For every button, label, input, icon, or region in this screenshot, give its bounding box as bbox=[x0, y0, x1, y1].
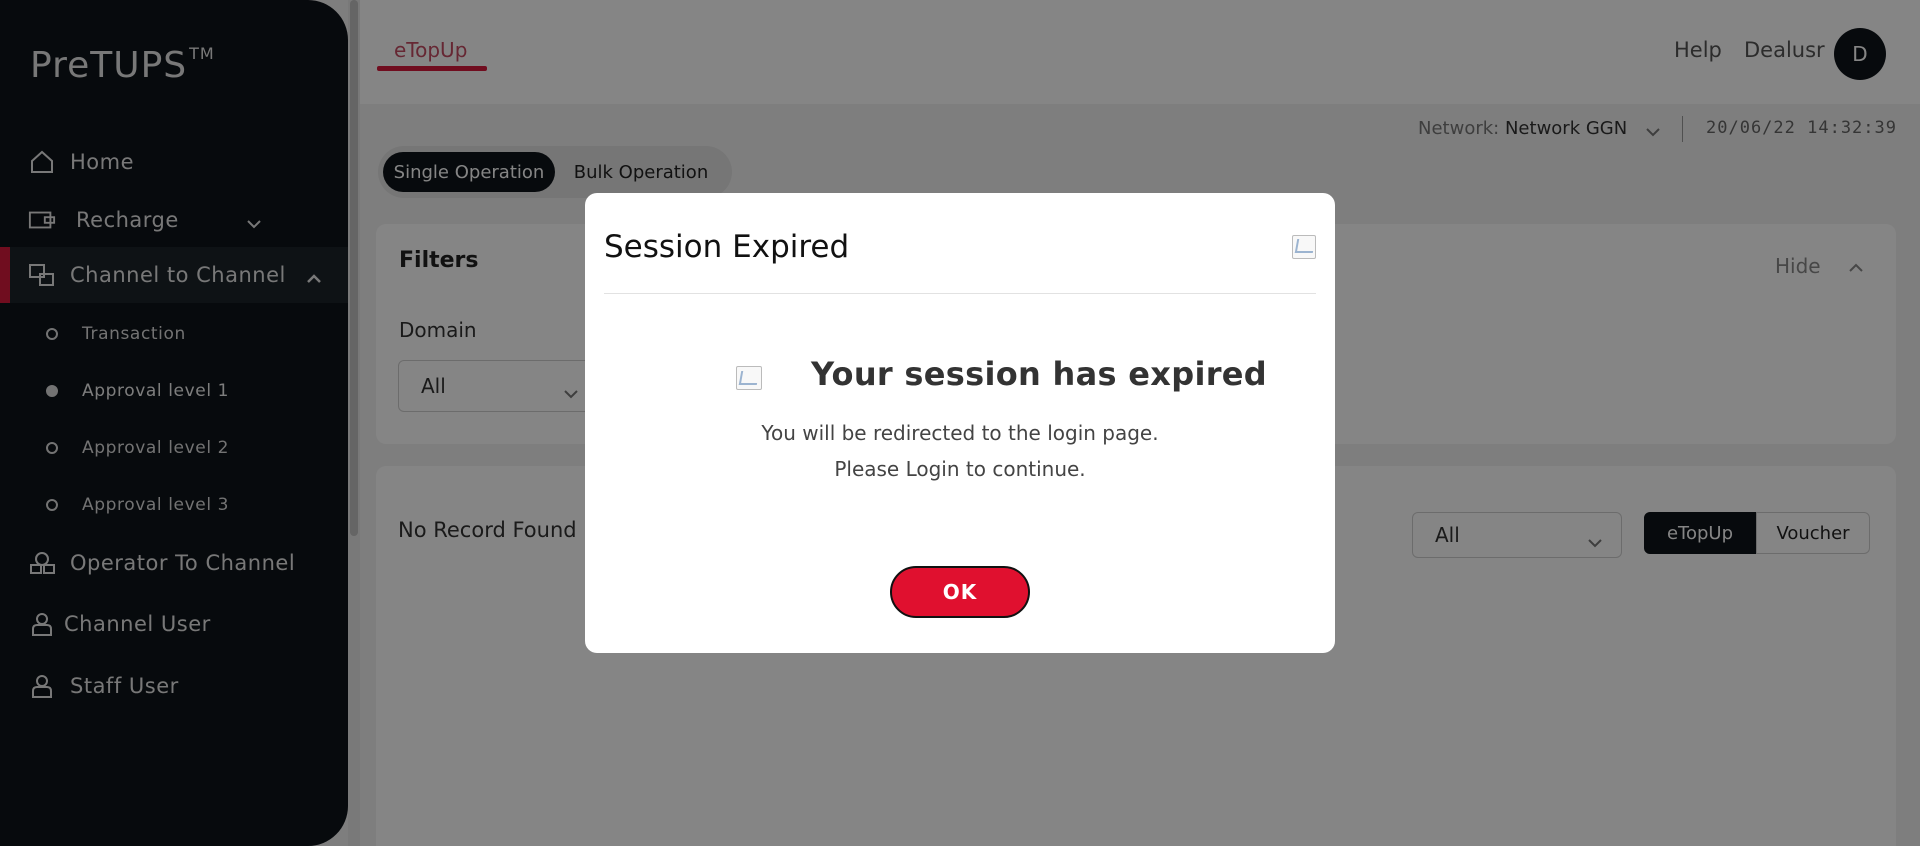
session-expired-modal: Session Expired Your session has expired… bbox=[585, 193, 1335, 653]
close-icon[interactable] bbox=[1292, 235, 1316, 259]
modal-message-line2: Please Login to continue. bbox=[834, 457, 1086, 481]
modal-message-line1: You will be redirected to the login page… bbox=[761, 421, 1159, 445]
modal-divider bbox=[604, 293, 1316, 294]
modal-title: Session Expired bbox=[604, 229, 850, 265]
modal-heading: Your session has expired bbox=[811, 355, 1268, 393]
warning-image-icon bbox=[736, 366, 762, 390]
ok-button[interactable]: OK bbox=[890, 566, 1030, 618]
